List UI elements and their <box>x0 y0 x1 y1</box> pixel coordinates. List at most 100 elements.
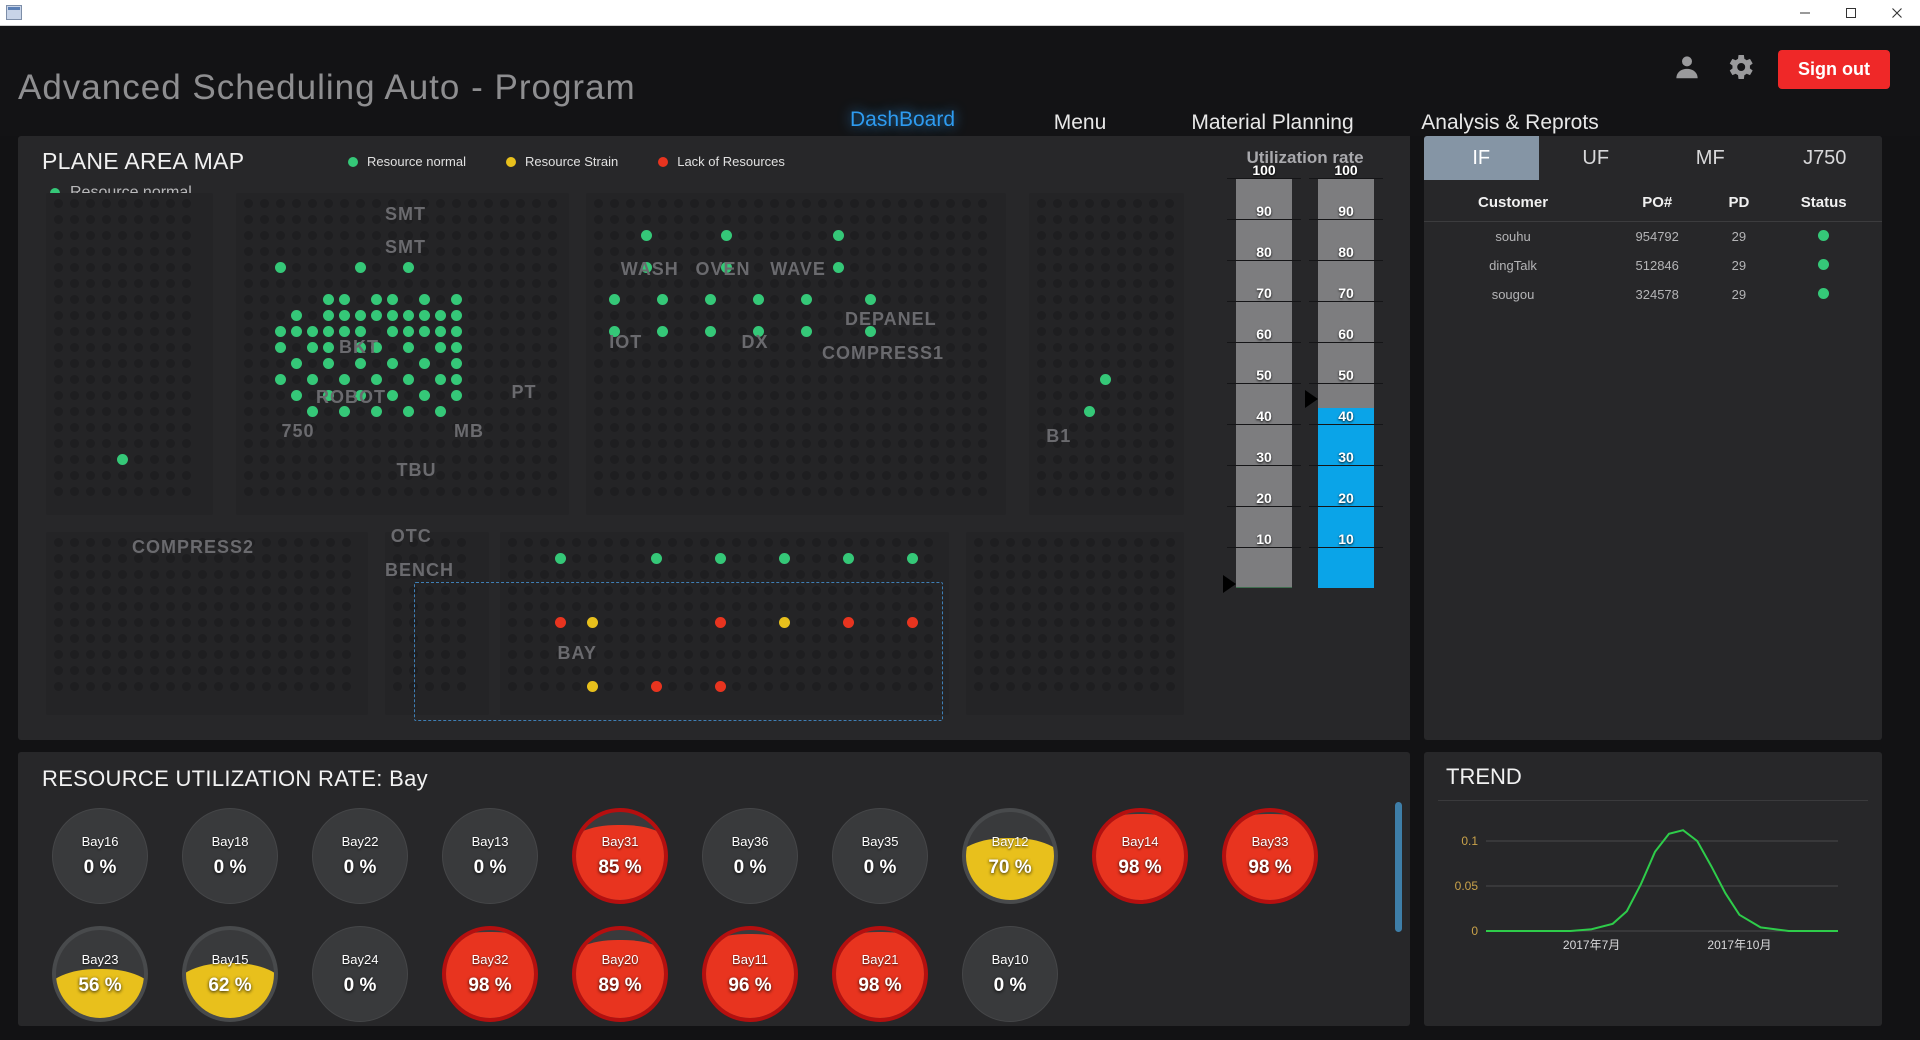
map-resource-dot[interactable] <box>354 357 366 369</box>
map-zone-2[interactable] <box>586 192 1006 516</box>
map-resource-dot[interactable] <box>450 293 462 305</box>
map-resource-dot[interactable] <box>907 616 918 628</box>
gauge-bay20[interactable]: Bay20 89 % <box>572 926 668 1022</box>
gauge-circle[interactable]: Bay18 0 % <box>182 808 278 904</box>
map-resource-dot[interactable] <box>370 309 382 321</box>
gauge-circle[interactable]: Bay32 98 % <box>442 926 538 1022</box>
map-resource-dot[interactable] <box>338 405 350 417</box>
gauge-circle[interactable]: Bay31 85 % <box>572 808 668 904</box>
map-resource-dot[interactable] <box>434 309 446 321</box>
map-resource-dot[interactable] <box>555 552 566 564</box>
minimize-button[interactable] <box>1782 0 1828 26</box>
map-resource-dot[interactable] <box>865 293 877 305</box>
map-resource-dot[interactable] <box>370 405 382 417</box>
gauge-bay36[interactable]: Bay36 0 % <box>702 808 798 904</box>
map-resource-dot[interactable] <box>402 405 414 417</box>
map-resource-dot[interactable] <box>338 373 350 385</box>
map-resource-dot[interactable] <box>306 325 318 337</box>
table-row[interactable]: sougou 324578 29 <box>1424 280 1882 309</box>
map-resource-dot[interactable] <box>274 373 286 385</box>
gear-icon[interactable] <box>1724 51 1756 88</box>
map-resource-dot[interactable] <box>338 309 350 321</box>
map-resource-dot[interactable] <box>338 325 350 337</box>
map-resource-dot[interactable] <box>715 552 726 564</box>
gauge-circle[interactable]: Bay14 98 % <box>1092 808 1188 904</box>
map-resource-dot[interactable] <box>418 325 430 337</box>
map-resource-dot[interactable] <box>386 389 398 401</box>
map-resource-dot[interactable] <box>290 389 302 401</box>
map-resource-dot[interactable] <box>274 325 286 337</box>
gauge-circle[interactable]: Bay33 98 % <box>1222 808 1318 904</box>
map-resource-dot[interactable] <box>306 373 318 385</box>
map-resource-dot[interactable] <box>801 293 813 305</box>
gauge-circle[interactable]: Bay36 0 % <box>702 808 798 904</box>
map-zone-7[interactable] <box>965 531 1185 716</box>
gauge-bay14[interactable]: Bay14 98 % <box>1092 808 1188 904</box>
map-resource-dot[interactable] <box>434 325 446 337</box>
map-resource-dot[interactable] <box>306 405 318 417</box>
map-resource-dot[interactable] <box>386 293 398 305</box>
plane-area-map[interactable]: PLANE AREA MAP Resource normal Resource … <box>18 136 1200 740</box>
maximize-button[interactable] <box>1828 0 1874 26</box>
tab-mf[interactable]: MF <box>1653 136 1768 180</box>
map-resource-dot[interactable] <box>779 616 790 628</box>
map-resource-dot[interactable] <box>865 325 877 337</box>
map-resource-dot[interactable] <box>322 309 334 321</box>
map-resource-dot[interactable] <box>370 341 382 353</box>
gauge-bay24[interactable]: Bay24 0 % <box>312 926 408 1022</box>
map-resource-dot[interactable] <box>322 389 334 401</box>
map-resource-dot[interactable] <box>450 357 462 369</box>
map-resource-dot[interactable] <box>641 261 653 273</box>
map-resource-dot[interactable] <box>322 357 334 369</box>
map-resource-dot[interactable] <box>402 373 414 385</box>
map-resource-dot[interactable] <box>801 325 813 337</box>
gauge-circle[interactable]: Bay16 0 % <box>52 808 148 904</box>
map-resource-dot[interactable] <box>354 261 366 273</box>
map-resource-dot[interactable] <box>354 389 366 401</box>
gauge-bay22[interactable]: Bay22 0 % <box>312 808 408 904</box>
gauge-circle[interactable]: Bay24 0 % <box>312 926 408 1022</box>
map-resource-dot[interactable] <box>907 552 918 564</box>
map-zone-3[interactable] <box>1029 192 1185 516</box>
map-resource-dot[interactable] <box>402 341 414 353</box>
map-resource-dot[interactable] <box>402 261 414 273</box>
map-resource-dot[interactable] <box>322 325 334 337</box>
gauge-bay15[interactable]: Bay15 62 % <box>182 926 278 1022</box>
gauge-bay10[interactable]: Bay10 0 % <box>962 926 1058 1022</box>
map-resource-dot[interactable] <box>116 453 128 465</box>
map-resource-dot[interactable] <box>450 389 462 401</box>
gauge-circle[interactable]: Bay10 0 % <box>962 926 1058 1022</box>
map-resource-dot[interactable] <box>418 357 430 369</box>
map-resource-dot[interactable] <box>779 552 790 564</box>
map-resource-dot[interactable] <box>402 325 414 337</box>
map-resource-dot[interactable] <box>274 261 286 273</box>
tab-if[interactable]: IF <box>1424 136 1539 180</box>
map-resource-dot[interactable] <box>290 325 302 337</box>
utilization-bar-left[interactable]: 100 90 80 70 60 50 40 30 20 10 <box>1223 162 1301 593</box>
map-resource-dot[interactable] <box>1084 405 1095 417</box>
map-resource-dot[interactable] <box>657 293 669 305</box>
gauge-circle[interactable]: Bay13 0 % <box>442 808 538 904</box>
gauge-bay18[interactable]: Bay18 0 % <box>182 808 278 904</box>
map-resource-dot[interactable] <box>418 309 430 321</box>
map-resource-dot[interactable] <box>587 616 598 628</box>
map-resource-dot[interactable] <box>721 261 733 273</box>
gauge-bay12[interactable]: Bay12 70 % <box>962 808 1058 904</box>
map-resource-dot[interactable] <box>434 405 446 417</box>
map-resource-dot[interactable] <box>322 293 334 305</box>
gauge-circle[interactable]: Bay21 98 % <box>832 926 928 1022</box>
map-zone-5[interactable] <box>385 531 489 716</box>
gauge-bay21[interactable]: Bay21 98 % <box>832 926 928 1022</box>
gauge-bay35[interactable]: Bay35 0 % <box>832 808 928 904</box>
map-resource-dot[interactable] <box>386 309 398 321</box>
resource-utilization-scrollbar[interactable] <box>1395 802 1402 932</box>
map-resource-dot[interactable] <box>354 309 366 321</box>
map-resource-dot[interactable] <box>833 261 845 273</box>
gauge-bay16[interactable]: Bay16 0 % <box>52 808 148 904</box>
map-resource-dot[interactable] <box>833 229 845 241</box>
map-resource-dot[interactable] <box>641 229 653 241</box>
gauge-circle[interactable]: Bay20 89 % <box>572 926 668 1022</box>
map-resource-dot[interactable] <box>450 341 462 353</box>
map-resource-dot[interactable] <box>450 309 462 321</box>
map-zone-0[interactable] <box>45 192 213 516</box>
